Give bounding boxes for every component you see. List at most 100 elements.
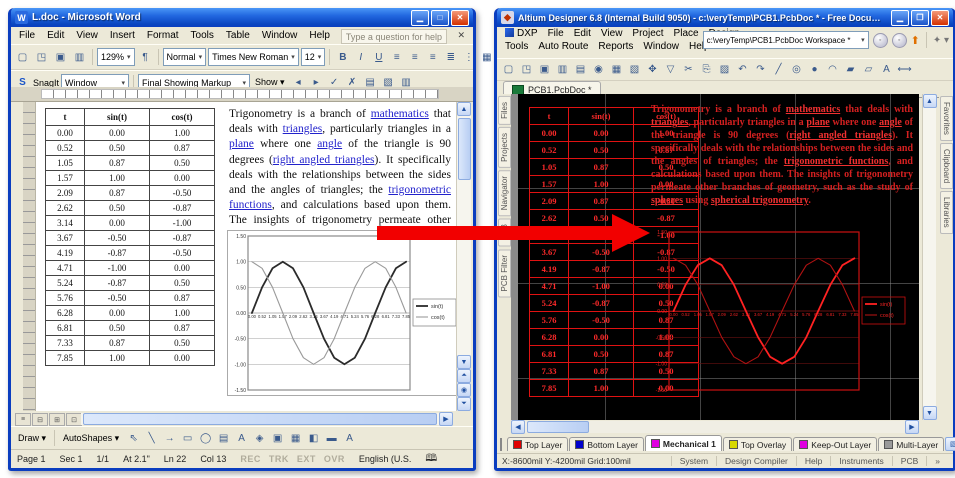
panel-tab-projects[interactable]: Projects — [498, 127, 511, 168]
word-menu-edit[interactable]: Edit — [41, 29, 70, 42]
print-layout-view-icon[interactable]: ⊞ — [49, 413, 65, 426]
place-via-icon[interactable]: ● — [806, 62, 823, 78]
word-menu-format[interactable]: Format — [141, 29, 185, 42]
vault-icon[interactable]: ◦ — [892, 33, 907, 48]
fill-color-icon[interactable]: ◧ — [305, 430, 322, 446]
status-button-system[interactable]: System — [671, 456, 716, 466]
altium-menu-place[interactable]: Place — [669, 27, 704, 40]
altium-titlebar[interactable]: ◆ Altium Designer 6.8 (Internal Build 90… — [497, 8, 953, 27]
undo-icon[interactable]: ↶ — [734, 62, 751, 78]
scroll-down-icon[interactable]: ▼ — [457, 355, 471, 369]
picture-icon[interactable]: ▦ — [287, 430, 304, 446]
word-data-table-container[interactable]: tsin(t)cos(t)0.000.001.000.520.500.871.0… — [45, 108, 215, 366]
layer-tab-top-layer[interactable]: Top Layer — [507, 437, 568, 451]
word-vertical-scrollbar[interactable]: ▲ ▼ ⏶ ◉ ⏷ — [456, 102, 471, 411]
numbered-list-icon[interactable]: ⋮ — [460, 49, 477, 65]
place-polygon-icon[interactable]: ▰ — [842, 62, 859, 78]
panel-tab-navigator[interactable]: Navigator — [498, 170, 511, 216]
wordart-icon[interactable]: A — [233, 430, 250, 446]
filter-icon[interactable]: ▽ — [662, 62, 679, 78]
open-icon[interactable]: ◳ — [33, 49, 50, 65]
draw-menu-button[interactable]: Draw ▾ — [14, 433, 50, 444]
print-icon[interactable]: ▥ — [71, 49, 88, 65]
vertical-ruler[interactable] — [23, 102, 36, 411]
new-document-icon[interactable]: ▢ — [14, 49, 31, 65]
scroll-up-icon[interactable]: ▲ — [923, 94, 937, 108]
scroll-up-icon[interactable]: ▲ — [457, 102, 471, 116]
place-arc-icon[interactable]: ◠ — [824, 62, 841, 78]
browse-previous-icon[interactable]: ⏶ — [457, 369, 471, 383]
move-icon[interactable]: ✥ — [644, 62, 661, 78]
close-button[interactable]: ✕ — [931, 10, 949, 26]
layer-tab-mechanical-1[interactable]: Mechanical 1 — [645, 435, 722, 451]
normal-view-icon[interactable]: ≡ — [15, 413, 31, 426]
italic-icon[interactable]: I — [352, 49, 369, 65]
fit-board-icon[interactable]: ▦ — [608, 62, 625, 78]
underline-icon[interactable]: U — [370, 49, 387, 65]
browse-next-icon[interactable]: ⏷ — [457, 397, 471, 411]
font-size-combo[interactable]: 12▾ — [301, 48, 326, 66]
workspace-icon[interactable]: ◦ — [873, 33, 888, 48]
panel-tab-libraries[interactable]: Libraries — [940, 191, 953, 234]
word-menu-tools[interactable]: Tools — [185, 29, 220, 42]
layer-snap-icon[interactable]: ▧ — [945, 437, 955, 451]
word-menu-file[interactable]: File — [13, 29, 41, 42]
layer-tab-multi-layer[interactable]: Multi-Layer — [878, 437, 944, 451]
maximize-button[interactable]: □ — [431, 10, 449, 26]
minimize-button[interactable]: ▁ — [411, 10, 429, 26]
scroll-down-icon[interactable]: ▼ — [923, 406, 937, 420]
status-button-instruments[interactable]: Instruments — [830, 456, 891, 466]
save-icon[interactable]: ▣ — [536, 62, 553, 78]
close-button[interactable]: ✕ — [451, 10, 469, 26]
preview-icon[interactable]: ▤ — [572, 62, 589, 78]
scroll-right-icon[interactable]: ▶ — [905, 420, 919, 434]
altium-menu-reports[interactable]: Reports — [593, 40, 638, 53]
scroll-left-icon[interactable]: ◀ — [511, 420, 525, 434]
menubar-close-icon[interactable]: ✕ — [457, 30, 465, 41]
copy-icon[interactable]: ⎘ — [698, 62, 715, 78]
redo-icon[interactable]: ↷ — [752, 62, 769, 78]
clip-art-icon[interactable]: ▣ — [269, 430, 286, 446]
line-color-icon[interactable]: ▬ — [323, 430, 340, 446]
save-icon[interactable]: ▣ — [52, 49, 69, 65]
print-icon[interactable]: ▥ — [554, 62, 571, 78]
workspace-combo[interactable]: c:\veryTemp\PCB1.PcbDoc Workspace *▾ — [703, 31, 869, 49]
word-horizontal-scrollbar[interactable]: ▶ — [81, 413, 453, 425]
bold-icon[interactable]: B — [334, 49, 351, 65]
altium-menu-window[interactable]: Window — [638, 40, 684, 53]
borders-icon[interactable]: ▦ — [478, 49, 495, 65]
altium-menu-view[interactable]: View — [596, 27, 628, 40]
altium-menu-edit[interactable]: Edit — [569, 27, 596, 40]
altium-menu-auto-route[interactable]: Auto Route — [533, 40, 593, 53]
paste-icon[interactable]: ▨ — [716, 62, 733, 78]
panel-tab-pcb-filter[interactable]: PCB Filter — [498, 249, 511, 297]
altium-menu-tools[interactable]: Tools — [500, 40, 533, 53]
altium-menu-file[interactable]: File — [543, 27, 569, 40]
word-document-page[interactable]: tsin(t)cos(t)0.000.001.000.520.500.871.0… — [23, 102, 457, 411]
pcb-canvas[interactable]: tsin(t)cos(t)0.000.001.000.520.500.871.0… — [511, 94, 919, 420]
arrow-icon[interactable]: → — [161, 430, 178, 446]
rectangle-icon[interactable]: ▭ — [179, 430, 196, 446]
cut-icon[interactable]: ✂ — [680, 62, 697, 78]
place-dimension-icon[interactable]: ⟷ — [896, 62, 913, 78]
line-icon[interactable]: ╲ — [143, 430, 160, 446]
altium-menu-project[interactable]: Project — [627, 27, 668, 40]
place-text-icon[interactable]: A — [878, 62, 895, 78]
new-icon[interactable]: ▢ — [500, 62, 517, 78]
status-button-design-compiler[interactable]: Design Compiler — [716, 456, 796, 466]
align-right-icon[interactable]: ≡ — [424, 49, 441, 65]
align-left-icon[interactable]: ≡ — [388, 49, 405, 65]
word-menu-window[interactable]: Window — [256, 29, 304, 42]
status-button-help[interactable]: Help — [796, 456, 830, 466]
scroll-right-icon[interactable]: ▶ — [439, 412, 453, 426]
open-icon[interactable]: ◳ — [518, 62, 535, 78]
place-component-icon[interactable]: ▱ — [860, 62, 877, 78]
zoom-icon[interactable]: ◉ — [590, 62, 607, 78]
font-color2-icon[interactable]: A — [341, 430, 358, 446]
panel-tab-files[interactable]: Files — [498, 96, 511, 125]
font-combo[interactable]: Times New Roman▾ — [208, 48, 299, 66]
customize-icon[interactable]: ✦ ▾ — [933, 35, 949, 46]
layer-tab-top-overlay[interactable]: Top Overlay — [723, 437, 792, 451]
layer-tab-keep-out-layer[interactable]: Keep-Out Layer — [793, 437, 877, 451]
place-pad-icon[interactable]: ◎ — [788, 62, 805, 78]
